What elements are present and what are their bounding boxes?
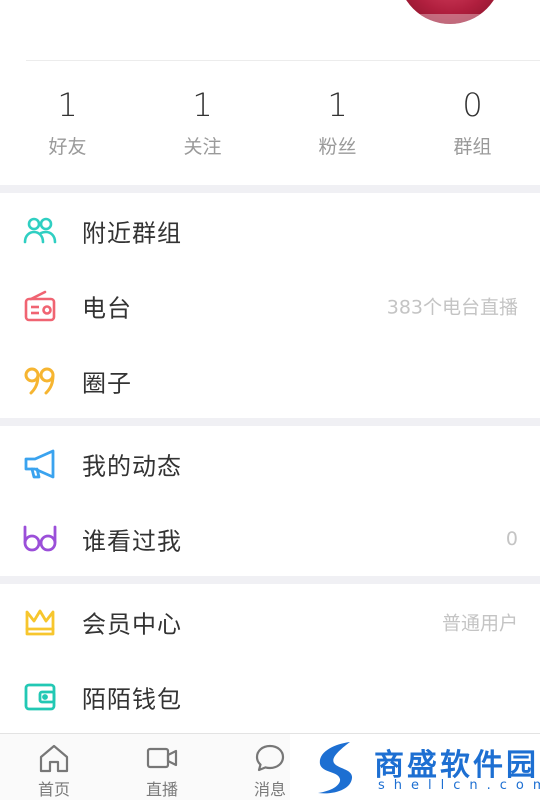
menu-item-label: 谁看过我 bbox=[82, 527, 182, 555]
stat-followers-count: 1 bbox=[327, 86, 348, 124]
section-gap bbox=[0, 418, 540, 426]
menu-item-who-viewed[interactable]: 谁看过我 0 bbox=[0, 501, 540, 576]
membership-level: 普通用户 bbox=[441, 612, 518, 634]
stat-friends-count: 1 bbox=[57, 86, 78, 124]
tab-home[interactable]: 首页 bbox=[0, 734, 108, 800]
menu-item-wallet[interactable]: 陌陌钱包 bbox=[0, 659, 540, 734]
home-icon bbox=[37, 742, 71, 774]
menu-item-label: 电台 bbox=[82, 294, 132, 322]
stat-friends-label: 好友 bbox=[48, 136, 87, 158]
menu-item-circle[interactable]: 圈子 bbox=[0, 343, 540, 418]
stat-following-label: 关注 bbox=[183, 136, 222, 158]
menu-item-my-feed[interactable]: 我的动态 bbox=[0, 426, 540, 501]
profile-header bbox=[0, 0, 540, 61]
glasses-icon bbox=[22, 521, 58, 557]
crown-icon bbox=[22, 604, 58, 640]
watermark: 商盛软件园 shellcn.com bbox=[290, 734, 540, 800]
wallet-icon bbox=[22, 679, 58, 715]
radio-icon bbox=[22, 288, 58, 324]
chat-bubble-icon bbox=[253, 742, 287, 774]
menu-item-label: 圈子 bbox=[82, 369, 132, 397]
quote-icon bbox=[22, 363, 58, 399]
menu-item-nearby-groups[interactable]: 附近群组 bbox=[0, 193, 540, 268]
stat-following-count: 1 bbox=[192, 86, 213, 124]
section-gap bbox=[0, 576, 540, 584]
menu-item-vip-center[interactable]: 会员中心 普通用户 bbox=[0, 584, 540, 659]
viewer-count: 0 bbox=[505, 527, 518, 550]
menu-item-label: 附近群组 bbox=[82, 219, 182, 247]
stat-followers[interactable]: 1 粉丝 bbox=[270, 61, 405, 185]
stat-following[interactable]: 1 关注 bbox=[135, 61, 270, 185]
menu-item-radio[interactable]: 电台 383个电台直播 bbox=[0, 268, 540, 343]
watermark-logo-icon bbox=[310, 738, 362, 796]
menu-item-label: 会员中心 bbox=[82, 610, 182, 638]
stat-followers-label: 粉丝 bbox=[318, 136, 357, 158]
stat-groups-count: 0 bbox=[462, 86, 483, 124]
stat-friends[interactable]: 1 好友 bbox=[0, 61, 135, 185]
tab-label: 首页 bbox=[37, 780, 70, 799]
stats-bar: 1 好友 1 关注 1 粉丝 0 群组 bbox=[0, 61, 540, 185]
radio-count-text: 383个电台直播 bbox=[386, 296, 518, 318]
menu-item-label: 陌陌钱包 bbox=[82, 685, 182, 713]
stat-groups[interactable]: 0 群组 bbox=[405, 61, 540, 185]
tab-live[interactable]: 直播 bbox=[108, 734, 216, 800]
megaphone-icon bbox=[22, 446, 58, 482]
menu-item-label: 我的动态 bbox=[82, 452, 182, 480]
watermark-subtitle: shellcn.com bbox=[378, 778, 540, 793]
section-gap bbox=[0, 185, 540, 193]
tab-label: 直播 bbox=[145, 780, 178, 799]
group-icon bbox=[22, 213, 58, 249]
video-icon bbox=[145, 742, 179, 774]
avatar[interactable] bbox=[398, 0, 502, 24]
stat-groups-label: 群组 bbox=[453, 136, 492, 158]
